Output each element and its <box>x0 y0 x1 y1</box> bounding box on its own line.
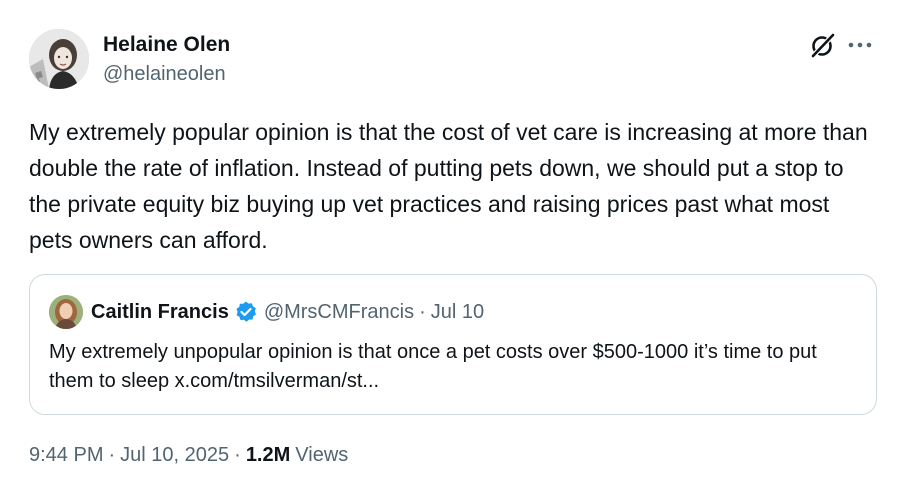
tweet-text: My extremely popular opinion is that the… <box>29 119 868 253</box>
tweet: Helaine Olen @helaineolen My extremely p… <box>0 0 898 486</box>
quote-user-avatar-icon <box>49 295 83 329</box>
user-avatar-icon <box>29 29 89 89</box>
quote-author-name[interactable]: Caitlin Francis <box>91 301 229 324</box>
quote-text: My extremely unpopular opinion is that o… <box>49 341 817 392</box>
meta-separator: · <box>234 443 241 466</box>
quote-separator: · <box>419 300 426 323</box>
quote-date[interactable]: Jul 10 <box>431 301 484 324</box>
grok-icon[interactable] <box>810 32 836 58</box>
views-label: Views <box>295 443 349 466</box>
meta-separator: · <box>108 443 116 466</box>
author-handle[interactable]: @helaineolen <box>103 63 226 86</box>
tweet-metadata: 9:44 PM · Jul 10, 2025 · 1.2M Views <box>29 440 348 470</box>
quote-tweet-card[interactable]: Caitlin Francis @MrsCMFrancis · Jul 10 M… <box>29 274 877 415</box>
quote-author-avatar[interactable] <box>49 295 83 329</box>
tweet-time[interactable]: 9:44 PM <box>29 444 103 467</box>
author-avatar[interactable] <box>29 29 89 89</box>
views-count: 1.2M <box>245 443 291 466</box>
quote-author-handle[interactable]: @MrsCMFrancis <box>264 301 414 324</box>
author-name[interactable]: Helaine Olen <box>103 33 230 57</box>
tweet-date[interactable]: Jul 10, 2025 <box>120 444 229 467</box>
verified-badge-icon <box>236 301 256 322</box>
more-icon[interactable] <box>846 34 874 56</box>
quote-header: Caitlin Francis @MrsCMFrancis · Jul 10 <box>91 297 484 327</box>
